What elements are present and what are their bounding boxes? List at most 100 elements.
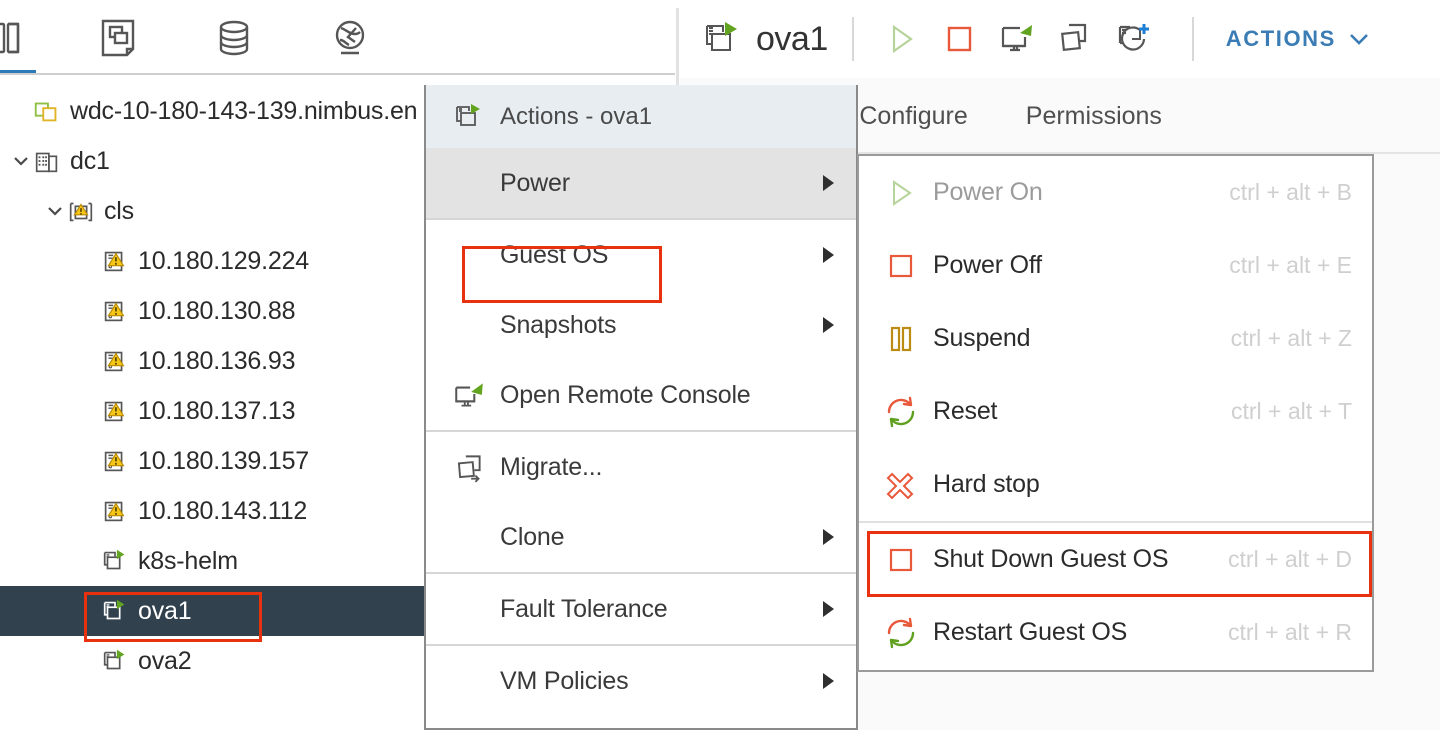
migrate-icon bbox=[452, 450, 486, 484]
tab-permissions[interactable]: Permissions bbox=[1026, 102, 1162, 131]
vm-running-icon bbox=[100, 596, 130, 626]
power-submenu-items: Power On ctrl + alt + B Power Off ctrl + al… bbox=[859, 156, 1372, 669]
context-menu-item-fault-tolerance[interactable]: Fault Tolerance bbox=[426, 574, 856, 644]
cluster-icon bbox=[66, 196, 96, 226]
context-menu-item-migrate[interactable]: Migrate... bbox=[426, 432, 856, 502]
context-menu-item-vm-policies[interactable]: VM Policies bbox=[426, 646, 856, 716]
storage-icon[interactable] bbox=[210, 14, 258, 62]
actions-label: ACTIONS bbox=[1225, 26, 1336, 51]
vm-running-icon bbox=[100, 646, 130, 676]
power-menu-item-shut-down-guest-os[interactable]: Shut Down Guest OS ctrl + alt + D bbox=[859, 523, 1372, 596]
context-menu-title: Actions - ova1 bbox=[500, 102, 653, 130]
power-menu-item-label: Restart Guest OS bbox=[933, 618, 1128, 646]
power-menu-item-reset[interactable]: Reset ctrl + alt + T bbox=[859, 375, 1372, 448]
power-menu-item-label: Reset bbox=[933, 397, 998, 425]
context-menu-item-label: Snapshots bbox=[500, 310, 617, 339]
tree-caret-placeholder bbox=[78, 650, 100, 672]
reset-icon bbox=[885, 396, 917, 428]
context-menu-item-guest-os[interactable]: Guest OS bbox=[426, 220, 856, 290]
tab-configure[interactable]: Configure bbox=[859, 102, 967, 131]
hard-stop-icon bbox=[885, 469, 917, 501]
submenu-arrow-icon bbox=[823, 529, 834, 545]
datacenter-icon bbox=[32, 146, 62, 176]
vsphere-client-window: wdc-10-180-143-139.nimbus.en dc1 cls 10.180… bbox=[0, 0, 1440, 730]
header-divider-2 bbox=[1191, 17, 1194, 61]
chevron-down-icon[interactable] bbox=[44, 200, 66, 222]
migrate-button[interactable] bbox=[1052, 16, 1098, 62]
host-icon bbox=[100, 396, 130, 426]
reset-icon bbox=[885, 617, 917, 649]
tree-item-label: 10.180.143.112 bbox=[138, 496, 308, 525]
context-menu-item-label: Clone bbox=[500, 522, 565, 551]
keyboard-shortcut-label: ctrl + alt + T bbox=[1230, 398, 1352, 424]
tree-caret-placeholder bbox=[78, 300, 100, 322]
submenu-arrow-icon bbox=[823, 175, 834, 191]
context-menu-header: Actions - ova1 bbox=[426, 85, 856, 148]
context-menu-item-open-remote-console[interactable]: Open Remote Console bbox=[426, 360, 856, 430]
vms-and-templates-icon[interactable] bbox=[94, 14, 142, 62]
tree-caret-placeholder bbox=[78, 500, 100, 522]
page-title: ova1 bbox=[756, 19, 828, 58]
submenu-arrow-icon bbox=[823, 317, 834, 333]
hosts-and-clusters-icon[interactable] bbox=[0, 14, 38, 62]
chevron-down-icon[interactable] bbox=[10, 150, 32, 172]
actions-dropdown-button[interactable]: ACTIONS bbox=[1226, 26, 1372, 52]
launch-remote-console-button[interactable] bbox=[994, 16, 1040, 62]
play-icon bbox=[885, 177, 917, 209]
vm-running-icon bbox=[700, 17, 744, 61]
networking-icon[interactable] bbox=[326, 14, 374, 62]
power-menu-item-power-off[interactable]: Power Off ctrl + alt + E bbox=[859, 229, 1372, 302]
snapshot-add-button[interactable] bbox=[1110, 16, 1156, 62]
tree-item-label: 10.180.139.157 bbox=[138, 446, 309, 475]
vcenter-icon bbox=[32, 96, 62, 126]
power-off-button[interactable] bbox=[936, 16, 982, 62]
context-menu-item-label: VM Policies bbox=[500, 666, 629, 695]
tree-caret-placeholder bbox=[78, 400, 100, 422]
tree-caret-placeholder bbox=[78, 550, 100, 572]
power-menu-item-label: Hard stop bbox=[933, 470, 1040, 498]
context-menu-item-clone[interactable]: Clone bbox=[426, 502, 856, 572]
object-header: ova1 ACTIONS bbox=[680, 0, 1440, 78]
vm-running-icon bbox=[100, 546, 130, 576]
power-menu-item-label: Suspend bbox=[933, 324, 1031, 352]
context-menu-items: Power Guest OS Snapshots Open Remote Consol… bbox=[426, 148, 856, 716]
context-menu-item-label: Fault Tolerance bbox=[500, 594, 668, 623]
context-menu-item-label: Guest OS bbox=[500, 240, 609, 269]
tree-caret-placeholder bbox=[78, 450, 100, 472]
header-divider-1 bbox=[851, 17, 854, 61]
keyboard-shortcut-label: ctrl + alt + D bbox=[1228, 546, 1352, 572]
tree-item-label: k8s-helm bbox=[138, 546, 238, 575]
power-menu-item-power-on[interactable]: Power On ctrl + alt + B bbox=[859, 156, 1372, 229]
power-on-button[interactable] bbox=[878, 16, 924, 62]
tree-caret-placeholder bbox=[10, 100, 32, 122]
keyboard-shortcut-label: ctrl + alt + Z bbox=[1230, 325, 1352, 351]
power-menu-item-hard-stop[interactable]: Hard stop bbox=[859, 448, 1372, 521]
power-menu-item-restart-guest-os[interactable]: Restart Guest OS ctrl + alt + R bbox=[859, 596, 1372, 669]
power-menu-item-label: Shut Down Guest OS bbox=[933, 545, 1169, 573]
host-icon bbox=[100, 496, 130, 526]
submenu-arrow-icon bbox=[823, 601, 834, 617]
submenu-arrow-icon bbox=[823, 673, 834, 689]
stop-square-icon bbox=[885, 544, 917, 576]
tree-item-label: ova1 bbox=[138, 596, 192, 625]
context-menu-item-label: Migrate... bbox=[500, 452, 603, 481]
tree-caret-placeholder bbox=[78, 250, 100, 272]
context-menu-item-label: Open Remote Console bbox=[500, 380, 751, 409]
host-icon bbox=[100, 346, 130, 376]
tree-item-label: 10.180.130.88 bbox=[138, 296, 296, 325]
tree-item-label: ova2 bbox=[138, 646, 192, 675]
host-icon bbox=[100, 296, 130, 326]
power-menu-item-label: Power On bbox=[933, 178, 1043, 206]
tree-item-label: 10.180.137.13 bbox=[138, 396, 296, 425]
power-menu-item-suspend[interactable]: Suspend ctrl + alt + Z bbox=[859, 302, 1372, 375]
chevron-down-icon bbox=[1350, 34, 1368, 45]
tree-caret-placeholder bbox=[78, 600, 100, 622]
navbar-divider bbox=[0, 73, 680, 75]
power-menu-item-label: Power Off bbox=[933, 251, 1042, 279]
keyboard-shortcut-label: ctrl + alt + E bbox=[1229, 252, 1352, 278]
vm-running-icon bbox=[452, 100, 486, 134]
suspend-icon bbox=[885, 323, 917, 355]
context-menu-item-power[interactable]: Power bbox=[426, 148, 856, 218]
actions-context-menu: Actions - ova1 Power Guest OS Snapshots Ope… bbox=[424, 85, 858, 730]
context-menu-item-snapshots[interactable]: Snapshots bbox=[426, 290, 856, 360]
